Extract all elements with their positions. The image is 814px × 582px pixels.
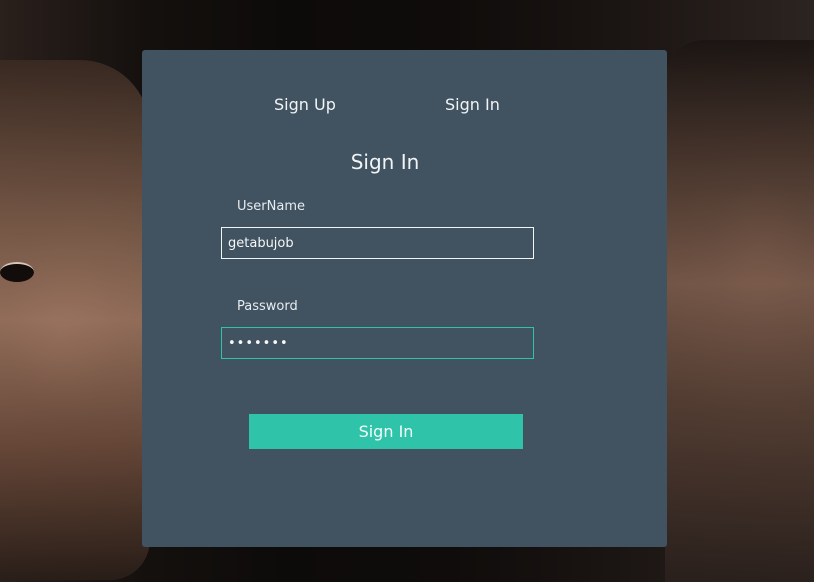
form-title: Sign In	[350, 150, 420, 174]
username-input[interactable]	[221, 227, 534, 259]
tab-sign-in[interactable]: Sign In	[445, 95, 500, 114]
password-label: Password	[237, 299, 298, 314]
password-input[interactable]	[221, 327, 534, 359]
background-face-left	[0, 60, 150, 580]
auth-card	[142, 50, 667, 547]
tab-sign-up[interactable]: Sign Up	[274, 95, 336, 114]
username-label: UserName	[237, 199, 305, 214]
sign-in-button[interactable]: Sign In	[249, 414, 523, 449]
background-face-right	[665, 40, 814, 582]
background-eye	[0, 262, 34, 282]
